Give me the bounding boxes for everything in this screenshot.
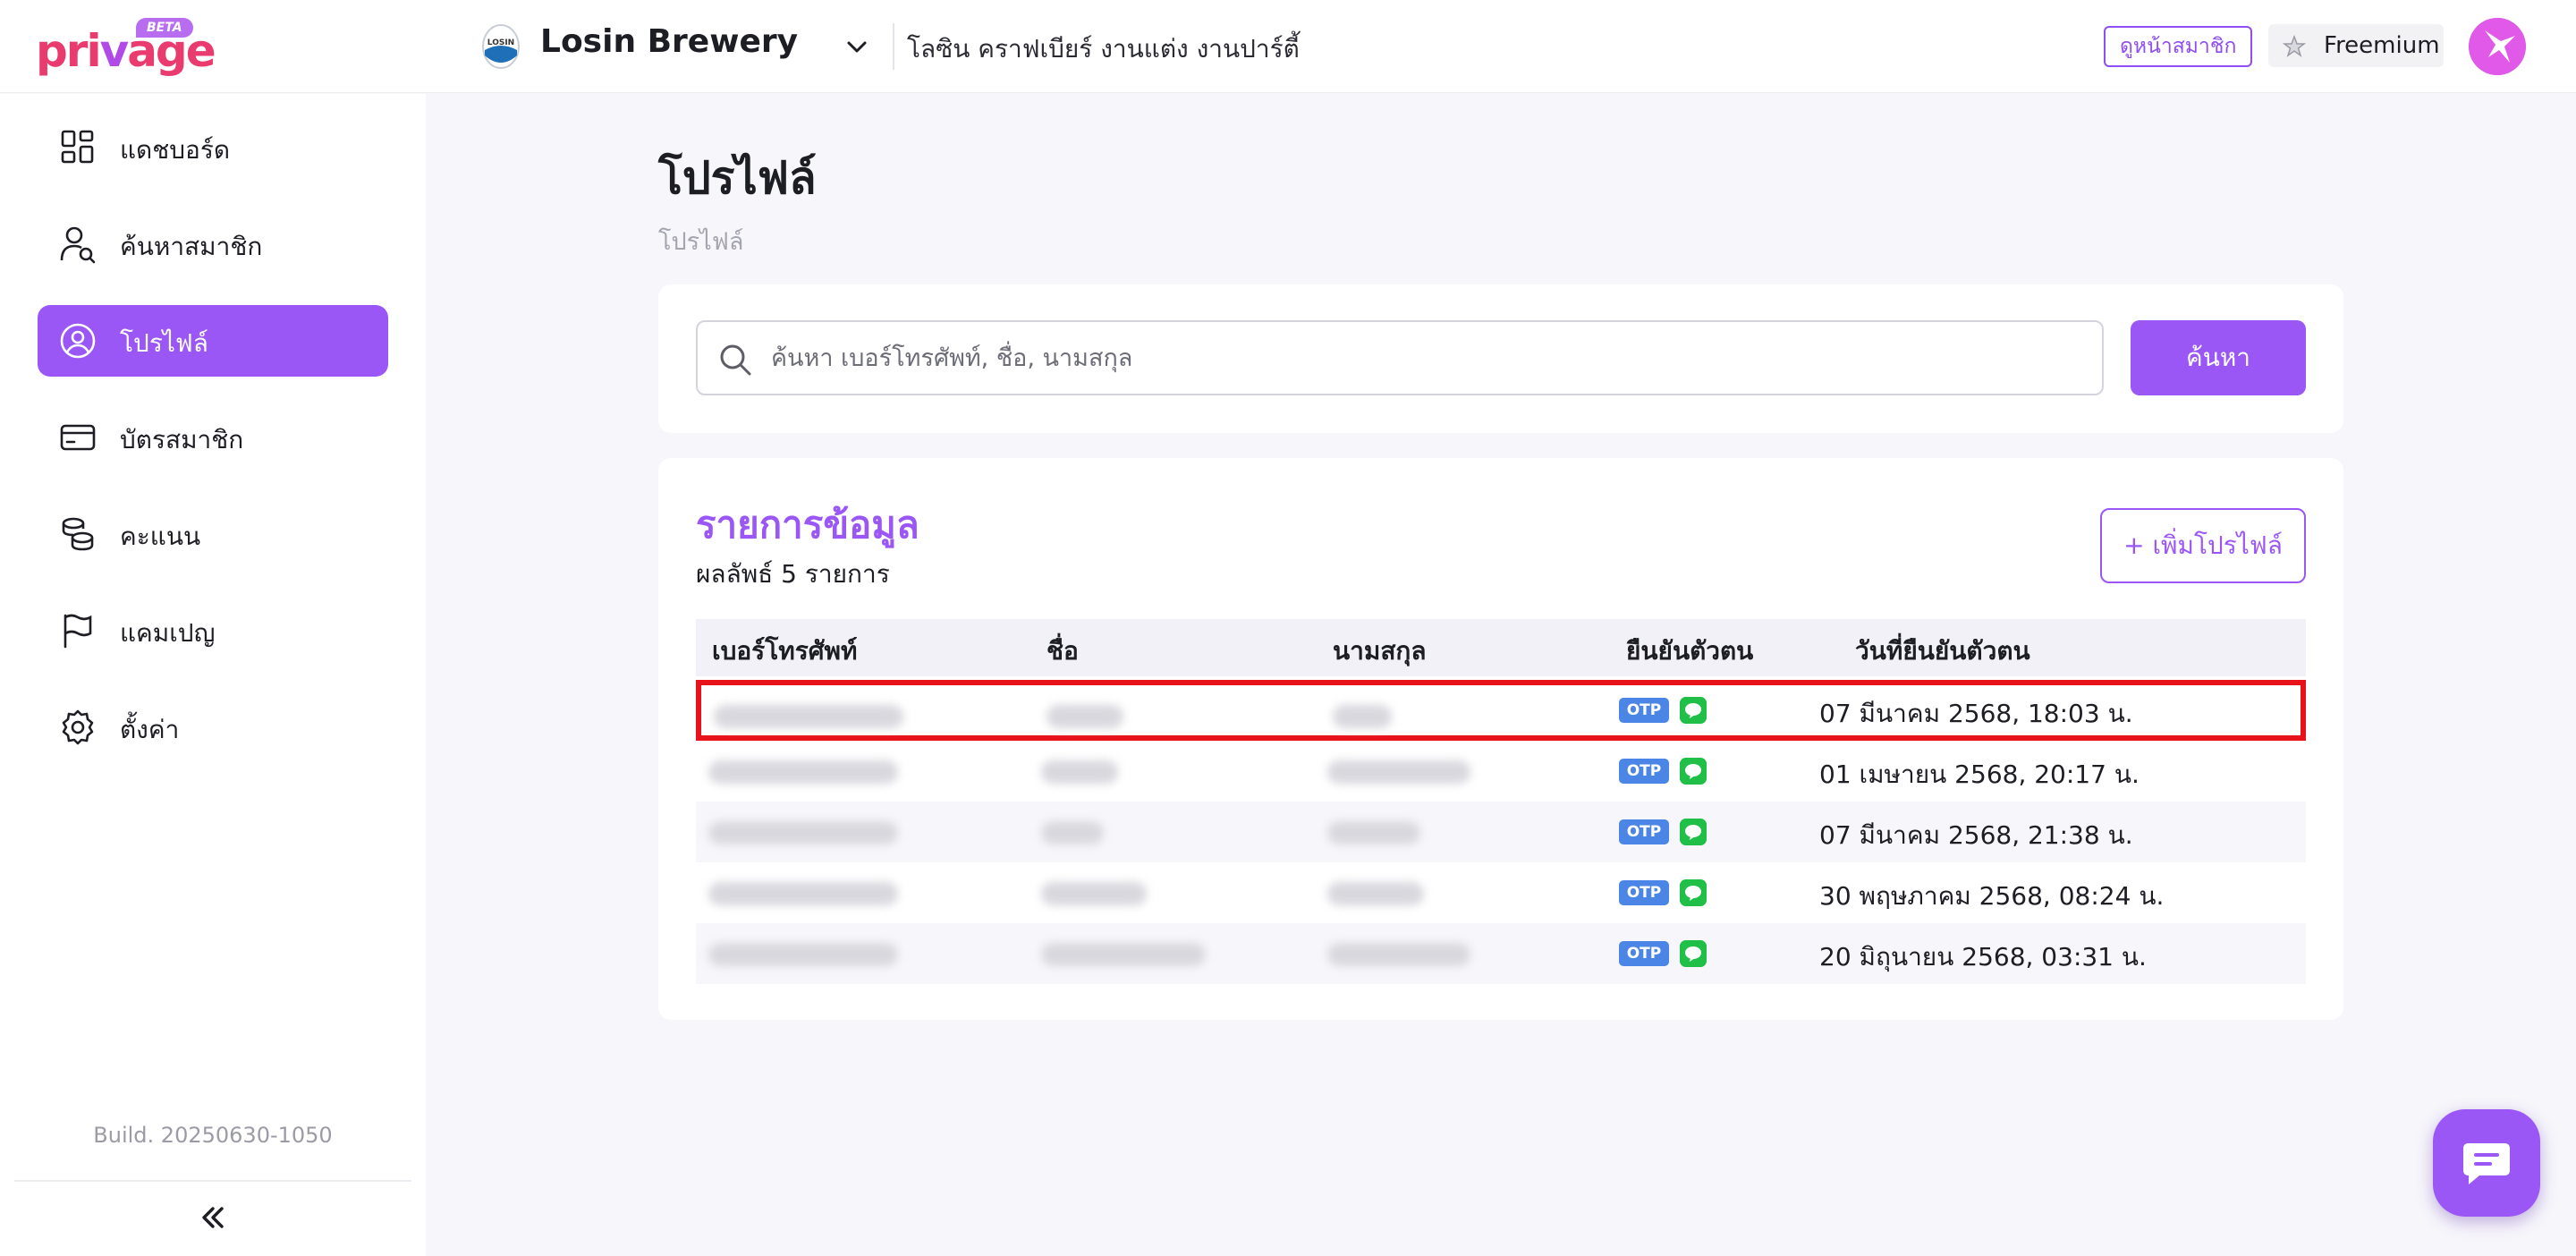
line-app-icon [1680,879,1707,906]
table-header: เบอร์โทรศัพท์ ชื่อ นามสกุล ยืนยันตัวตน ว… [696,619,2306,676]
sidebar-item-label: บัตรสมาชิก [120,425,244,454]
profile-icon [60,323,96,359]
sidebar: แดชบอร์ด ค้นหาสมาชิก โปรไฟล์ บัตรสมาชิก [0,94,426,1256]
sidebar-item-campaign[interactable]: แคมเปญ [38,595,388,666]
search-member-icon [60,226,96,264]
svg-text:LOSIN: LOSIN [487,38,514,47]
sidebar-item-search-member[interactable]: ค้นหาสมาชิก [38,208,388,280]
sidebar-item-settings[interactable]: ตั้งค่า [38,692,388,763]
build-version: Build. 20250630-1050 [93,1123,333,1148]
top-header: privage BETA LOSIN Losin Brewery โลซิน ค… [0,0,2576,93]
phone-cell-blurred [714,705,903,728]
last-name-cell-blurred [1333,705,1392,728]
column-header-verified-date: วันที่ยืนยันตัวตน [1855,636,2030,666]
brand-name[interactable]: Losin Brewery [540,23,798,60]
member-card-icon [60,424,96,451]
search-field[interactable] [696,320,2104,395]
collapse-sidebar-icon[interactable] [195,1200,231,1235]
otp-badge: OTP [1619,759,1669,784]
sidebar-item-member-card[interactable]: บัตรสมาชิก [38,402,388,473]
last-name-cell-blurred [1327,943,1470,966]
verified-date: 01 เมษายน 2568, 20:17 น. [1819,760,2140,789]
line-app-icon [1680,819,1707,845]
data-list-card: รายการข้อมูล ผลลัพธ์ 5 รายการ + เพิ่มโปร… [658,458,2343,1020]
add-profile-button[interactable]: + เพิ่มโปรไฟล์ [2100,508,2306,583]
search-input[interactable] [771,322,2086,394]
table-row[interactable]: OTP 07 มีนาคม 2568, 21:38 น. [696,802,2306,862]
first-name-cell-blurred [1041,943,1206,966]
last-name-cell-blurred [1327,821,1420,844]
sidebar-item-label: แดชบอร์ด [120,135,231,165]
verified-date: 07 มีนาคม 2568, 21:38 น. [1819,820,2133,850]
table-row[interactable]: OTP 01 เมษายน 2568, 20:17 น. [696,741,2306,802]
sidebar-item-label: ตั้งค่า [120,715,180,744]
table-row[interactable]: OTP 07 มีนาคม 2568, 18:03 น. [696,680,2306,741]
list-title: รายการข้อมูล [696,503,919,547]
column-header-phone: เบอร์โทรศัพท์ [712,636,858,666]
search-icon [720,344,751,376]
phone-cell-blurred [708,943,898,966]
sidebar-divider [14,1180,411,1182]
brand-logo-icon: LOSIN [482,24,520,69]
chevron-down-icon[interactable] [844,34,869,59]
otp-badge: OTP [1619,698,1669,723]
phone-cell-blurred [708,882,898,905]
table-row[interactable]: OTP 30 พฤษภาคม 2568, 08:24 น. [696,862,2306,923]
verified-date: 20 มิถุนายน 2568, 03:31 น. [1819,942,2147,972]
first-name-cell-blurred [1041,760,1118,784]
last-name-cell-blurred [1327,882,1424,905]
chat-support-button[interactable] [2433,1109,2540,1217]
column-header-last-name: นามสกุล [1333,636,1427,666]
privage-logo[interactable]: privage BETA [36,18,216,77]
verified-date: 07 มีนาคม 2568, 18:03 น. [1819,699,2133,728]
first-name-cell-blurred [1046,705,1123,728]
user-avatar[interactable] [2469,18,2526,75]
search-card: ค้นหา [658,284,2343,433]
gear-icon [62,709,94,745]
view-member-page-button[interactable]: ดูหน้าสมาชิก [2104,26,2253,67]
verified-date: 30 พฤษภาคม 2568, 08:24 น. [1819,881,2165,911]
sidebar-item-points[interactable]: คะแนน [38,498,388,570]
first-name-cell-blurred [1041,821,1104,844]
flag-icon [64,614,92,649]
line-app-icon [1680,697,1707,724]
line-app-icon [1680,940,1707,967]
sidebar-item-dashboard[interactable]: แดชบอร์ด [38,112,388,183]
otp-badge: OTP [1619,880,1669,905]
table-row[interactable]: OTP 20 มิถุนายน 2568, 03:31 น. [696,923,2306,984]
page-title: โปรไฟล์ [658,152,817,204]
breadcrumb: โปรไฟล์ [658,228,744,256]
first-name-cell-blurred [1041,882,1147,905]
avatar-image-icon [2469,18,2526,75]
phone-cell-blurred [708,821,898,844]
column-header-verification: ยืนยันตัวตน [1626,636,1754,666]
sidebar-item-label: โปรไฟล์ [120,328,208,358]
header-divider [893,23,894,70]
dashboard-icon [61,130,94,164]
sidebar-item-label: แคมเปญ [120,618,216,648]
star-icon [2283,35,2306,57]
beta-badge: BETA [136,18,193,38]
last-name-cell-blurred [1327,760,1470,784]
otp-badge: OTP [1619,819,1669,844]
plan-badge[interactable]: Freemium [2268,24,2444,67]
points-icon [62,517,94,551]
phone-cell-blurred [708,760,898,784]
sidebar-item-label: ค้นหาสมาชิก [120,232,263,261]
line-app-icon [1680,758,1707,785]
plan-label: Freemium [2324,32,2440,59]
search-button[interactable]: ค้นหา [2131,320,2306,395]
sidebar-item-label: คะแนน [120,522,201,551]
result-count: ผลลัพธ์ 5 รายการ [696,559,890,589]
brand-description: โลซิน คราฟเบียร์ งานแต่ง งานปาร์ตี้ [907,34,1300,64]
otp-badge: OTP [1619,941,1669,966]
sidebar-item-profile[interactable]: โปรไฟล์ [38,305,388,377]
column-header-first-name: ชื่อ [1046,636,1079,666]
chat-bubble-icon [2463,1143,2510,1184]
